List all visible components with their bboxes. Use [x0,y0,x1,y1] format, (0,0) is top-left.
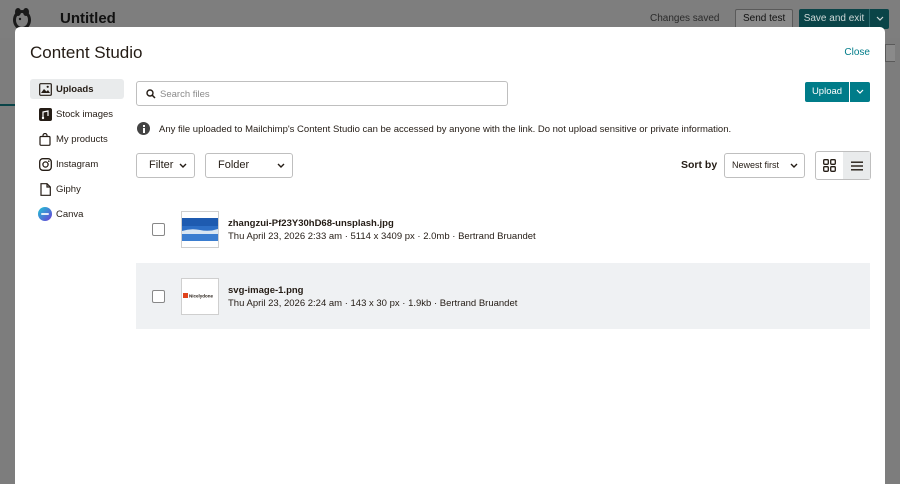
save-status: Changes saved [650,13,720,24]
sort-dropdown[interactable]: Newest first [724,153,805,178]
grid-icon [823,159,836,172]
sidebar-item-my-products[interactable]: My products [30,129,124,149]
chevron-down-icon [876,16,884,21]
sort-value: Newest first [732,160,780,170]
list-icon [850,161,863,170]
search-bar [136,81,508,106]
file-row[interactable]: Nicelydone svg-image-1.png Thu April 23,… [136,263,870,329]
folder-dropdown[interactable]: Folder [205,153,293,178]
file-checkbox[interactable] [152,223,165,236]
sidebar-item-label: Instagram [56,158,99,170]
chevron-down-icon [856,89,864,94]
shopping-bag-icon [38,132,52,146]
sidebar-item-stock-images[interactable]: Stock images [30,104,124,124]
filter-dropdown[interactable]: Filter [136,153,195,178]
image-icon [38,82,52,96]
stock-images-icon [38,107,52,121]
sidebar-item-giphy[interactable]: Giphy [30,179,124,199]
privacy-notice: Any file uploaded to Mailchimp's Content… [159,124,732,135]
sidebar-item-label: Giphy [56,183,81,195]
send-test-button[interactable]: Send test [735,9,794,29]
file-name: zhangzui-Pf23Y30hD68-unsplash.jpg [228,218,394,229]
filter-label: Filter [149,159,174,171]
chevron-down-icon [277,163,285,168]
folder-label: Folder [218,159,250,171]
file-checkbox[interactable] [152,290,165,303]
sidebar-item-label: Stock images [56,108,114,120]
background-accent-line [0,104,15,106]
list-view-button[interactable] [843,152,870,179]
search-input[interactable] [160,86,490,102]
sidebar-item-label: My products [56,133,108,145]
file-icon [38,182,52,196]
file-meta: Thu April 23, 2026 2:33 am · 5114 x 3409… [228,231,536,242]
canva-logo-icon [38,207,52,221]
sidebar-item-instagram[interactable]: Instagram [30,154,124,174]
close-button[interactable]: Close [844,47,870,58]
thumbnail-logo-text: Nicelydone [189,294,214,299]
file-thumbnail: Nicelydone [181,278,219,315]
modal-title: Content Studio [30,43,143,62]
file-meta: Thu April 23, 2026 2:24 am · 143 x 30 px… [228,298,518,309]
grid-view-button[interactable] [816,152,843,179]
sidebar-item-canva[interactable]: Canva [30,204,124,224]
file-thumbnail [181,211,219,248]
info-icon [137,122,150,135]
background-panel-edge [885,44,895,62]
sidebar-item-label: Uploads [56,83,94,95]
file-name: svg-image-1.png [228,285,304,296]
content-studio-modal: Content Studio Close Uploads Stock image… [15,27,885,484]
upload-button[interactable]: Upload [805,82,849,102]
sort-label: Sort by [681,159,718,171]
upload-options-button[interactable] [850,82,870,102]
save-options-button[interactable] [869,9,889,29]
instagram-icon [38,157,52,171]
file-row[interactable]: zhangzui-Pf23Y30hD68-unsplash.jpg Thu Ap… [136,196,870,262]
chevron-down-icon [179,163,187,168]
view-toggle [815,151,871,180]
sidebar-item-label: Canva [56,208,84,220]
search-icon [146,89,156,99]
save-and-exit-button[interactable]: Save and exit [799,9,869,29]
chevron-down-icon [790,163,798,168]
sidebar-item-uploads[interactable]: Uploads [30,79,124,99]
sidebar: Uploads Stock images My products Instagr… [30,79,124,229]
document-title[interactable]: Untitled [60,10,116,27]
